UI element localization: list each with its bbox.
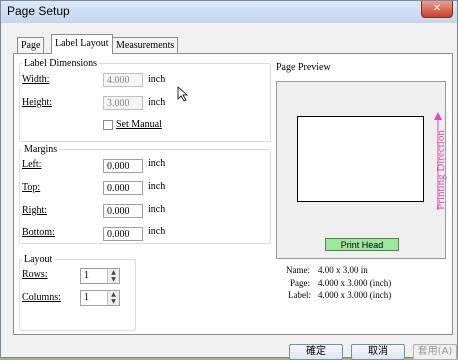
height-label: Height: (22, 97, 52, 108)
tab-page-label: Page (21, 40, 41, 51)
close-button[interactable]: ✕ (421, 1, 453, 18)
page-setup-window: Page Setup ✕ Page Label Layout Measureme… (0, 0, 458, 360)
columns-spin-buttons[interactable]: ▲ ▼ (107, 291, 119, 305)
tab-label-layout[interactable]: Label Layout (51, 34, 113, 54)
spin-up-icon[interactable]: ▲ (108, 269, 119, 276)
print-head-indicator: Print Head (325, 238, 399, 251)
label-dimensions-group (19, 63, 271, 142)
right-margin-label: Right: (22, 205, 48, 216)
page-value: 4.000 x 3.000 (inch) (318, 278, 392, 288)
left-margin-unit: inch (148, 158, 166, 169)
left-margin-label: Left: (22, 159, 42, 170)
window-title: Page Setup (7, 4, 70, 18)
rows-stepper[interactable]: 1 ▲ ▼ (80, 268, 120, 284)
right-margin-field[interactable]: 0.000 (103, 204, 143, 218)
columns-value: 1 (84, 292, 89, 303)
page-preview: Printing Direction Print Head (276, 81, 447, 259)
label-preview-paper (297, 116, 424, 202)
tab-page[interactable]: Page (17, 37, 45, 53)
printing-direction-indicator: Printing Direction (431, 112, 447, 212)
bottom-margin-field[interactable]: 0.000 (103, 227, 143, 241)
page-label: Page: (290, 278, 310, 288)
layout-legend: Layout (22, 254, 55, 265)
label-dimensions-legend: Label Dimensions (22, 58, 100, 69)
height-field[interactable]: 3.000 (103, 96, 143, 110)
tab-panel: Label Dimensions Width: 4.000 inch Heigh… (13, 53, 453, 335)
page-preview-legend: Page Preview (274, 62, 333, 73)
width-label: Width: (22, 74, 50, 85)
tab-measurements-label: Measurements (116, 40, 175, 51)
rows-value: 1 (84, 270, 89, 281)
label-size-value: 4.000 x 3.000 (inch) (318, 290, 392, 300)
top-margin-label: Top: (22, 182, 41, 193)
title-bar: Page Setup ✕ (1, 1, 457, 23)
margins-group (19, 149, 271, 244)
spin-up-icon[interactable]: ▲ (108, 291, 119, 298)
spin-down-icon[interactable]: ▼ (108, 276, 119, 283)
top-margin-unit: inch (148, 181, 166, 192)
tab-label-layout-label: Label Layout (55, 38, 109, 49)
mouse-pointer-icon (177, 86, 189, 102)
width-unit: inch (148, 74, 166, 85)
bottom-margin-label: Bottom: (22, 227, 55, 238)
label-size-label: Label: (288, 290, 311, 300)
name-label: Name: (286, 265, 310, 275)
name-value: 4.00 x 3.00 in (318, 265, 368, 275)
close-icon: ✕ (432, 3, 442, 14)
bottom-margin-unit: inch (148, 226, 166, 237)
margins-legend: Margins (22, 144, 60, 155)
tab-measurements[interactable]: Measurements (112, 37, 179, 53)
right-margin-unit: inch (148, 204, 166, 215)
set-manual-checkbox[interactable] (103, 120, 113, 130)
columns-label: Columns: (22, 292, 61, 303)
top-margin-field[interactable]: 0.000 (103, 181, 143, 195)
printing-direction-label: Printing Direction (435, 130, 447, 210)
width-field[interactable]: 4.000 (103, 73, 143, 87)
set-manual-label: Set Manual (116, 119, 162, 130)
columns-stepper[interactable]: 1 ▲ ▼ (80, 290, 120, 306)
left-margin-field[interactable]: 0.000 (103, 159, 143, 173)
height-unit: inch (148, 97, 166, 108)
rows-spin-buttons[interactable]: ▲ ▼ (107, 269, 119, 283)
spin-down-icon[interactable]: ▼ (108, 298, 119, 305)
rows-label: Rows: (22, 269, 48, 280)
